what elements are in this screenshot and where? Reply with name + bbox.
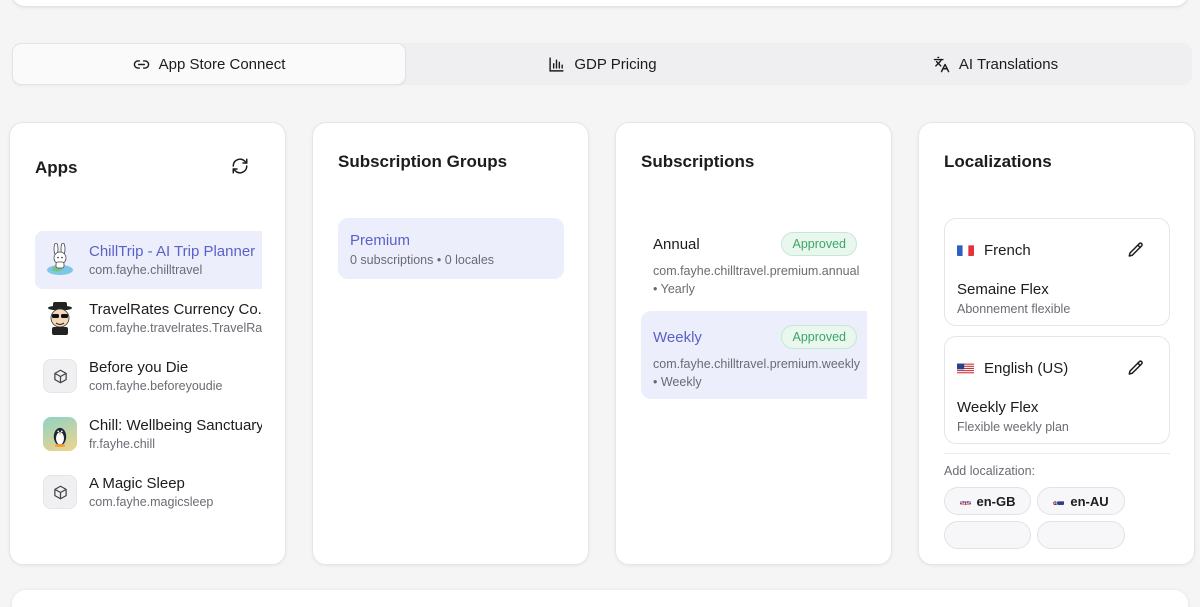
penguin-icon — [43, 417, 77, 451]
localization-language: English (US) — [984, 359, 1069, 377]
chip-label: en-AU — [1070, 493, 1109, 509]
refresh-icon[interactable] — [231, 157, 249, 175]
app-bundle-id: com.fayhe.magicsleep — [89, 495, 214, 509]
apps-title: Apps — [35, 158, 78, 177]
app-name: ChillTrip - AI Trip Planner — [89, 243, 256, 260]
add-localization-label: Add localization: — [944, 464, 1036, 478]
rabbit-globe-icon — [43, 243, 77, 277]
localization-title: Weekly Flex — [957, 399, 1039, 416]
localization-description: Abonnement flexible — [957, 302, 1071, 316]
box-icon — [43, 475, 77, 509]
tab-label: AI Translations — [958, 55, 1059, 73]
uk-flag-icon — [959, 497, 971, 505]
subscription-item-weekly[interactable]: Weekly Approved com.fayhe.chilltravel.pr… — [641, 311, 867, 399]
subscriptions-panel: Subscriptions Annual Approved com.fayhe.… — [615, 122, 892, 565]
subscriptions-title: Subscriptions — [641, 152, 755, 171]
translate-icon — [933, 56, 950, 72]
app-bundle-id: com.fayhe.beforeyoudie — [89, 379, 223, 393]
subscription-period: • Weekly — [653, 375, 702, 389]
divider — [944, 453, 1170, 454]
add-locale-en-gb[interactable]: en-GB — [944, 487, 1031, 515]
apps-panel: Apps ChillTrip - AI Trip Planner com.fay… — [9, 122, 286, 565]
subscription-name: Annual — [653, 235, 700, 253]
localization-description: Flexible weekly plan — [957, 420, 1069, 434]
localizations-panel: Localizations French Semaine Flex Abonne… — [918, 122, 1195, 565]
status-badge: Approved — [781, 232, 857, 256]
status-badge: Approved — [781, 325, 857, 349]
localizations-title: Localizations — [944, 152, 1052, 171]
list-item[interactable]: Before you Die com.fayhe.beforeyoudie — [35, 347, 262, 405]
chip-label: en-GB — [976, 493, 1016, 509]
us-flag-icon — [957, 362, 974, 374]
bar-chart-icon — [549, 56, 564, 72]
subscription-group-item[interactable]: Premium 0 subscriptions • 0 locales — [338, 218, 564, 279]
subscription-item-annual[interactable]: Annual Approved com.fayhe.chilltravel.pr… — [641, 218, 867, 306]
list-item[interactable]: A Magic Sleep com.fayhe.magicsleep — [35, 463, 262, 521]
app-name: TravelRates Currency Co... — [89, 301, 262, 318]
app-bundle-id: com.fayhe.chilltravel — [89, 263, 203, 277]
edit-icon[interactable] — [1127, 359, 1145, 377]
localization-card-french: French Semaine Flex Abonnement flexible — [944, 218, 1170, 326]
add-locale-en-au[interactable]: en-AU — [1037, 487, 1125, 515]
group-meta: 0 subscriptions • 0 locales — [350, 253, 495, 267]
app-bundle-id: com.fayhe.travelrates.TravelRates — [89, 321, 262, 335]
localization-card-english-us: English (US) Weekly Flex Flexible weekly… — [944, 336, 1170, 444]
edit-icon[interactable] — [1127, 241, 1145, 259]
list-item[interactable]: TravelRates Currency Co... com.fayhe.tra… — [35, 289, 262, 347]
localization-title: Semaine Flex — [957, 281, 1049, 298]
groups-title: Subscription Groups — [338, 152, 508, 171]
tab-label: App Store Connect — [158, 55, 286, 73]
tab-gdp-pricing[interactable]: GDP Pricing — [406, 43, 799, 85]
spy-character-icon — [43, 301, 77, 335]
top-card — [12, 0, 1188, 6]
group-name: Premium — [350, 232, 411, 249]
link-icon — [133, 59, 149, 69]
bottom-card — [12, 590, 1188, 607]
product-id: com.fayhe.chilltravel.premium.weekly — [653, 357, 861, 371]
tab-ai-translations[interactable]: AI Translations — [799, 43, 1192, 85]
subscription-period: • Yearly — [653, 282, 695, 296]
add-locale-chip-more[interactable] — [944, 521, 1031, 549]
australia-flag-icon — [1053, 497, 1065, 505]
add-locale-chip-more[interactable] — [1037, 521, 1125, 549]
box-icon — [43, 359, 77, 393]
tab-label: GDP Pricing — [574, 55, 657, 73]
app-bundle-id: fr.fayhe.chill — [89, 437, 156, 451]
app-list: ChillTrip - AI Trip Planner com.fayhe.ch… — [35, 231, 262, 521]
main-tabs: App Store Connect GDP Pricing AI Transla… — [12, 43, 1192, 85]
app-name: Chill: Wellbeing Sanctuary — [89, 417, 262, 434]
app-name: A Magic Sleep — [89, 475, 185, 492]
subscription-groups-panel: Subscription Groups Premium 0 subscripti… — [312, 122, 589, 565]
product-id: com.fayhe.chilltravel.premium.annual — [653, 264, 860, 278]
app-name: Before you Die — [89, 359, 189, 376]
tab-app-store-connect[interactable]: App Store Connect — [12, 43, 406, 85]
subscription-name: Weekly — [653, 328, 702, 346]
france-flag-icon — [957, 244, 974, 256]
list-item[interactable]: ChillTrip - AI Trip Planner com.fayhe.ch… — [35, 231, 262, 289]
list-item[interactable]: Chill: Wellbeing Sanctuary fr.fayhe.chil… — [35, 405, 262, 463]
localization-language: French — [984, 241, 1031, 259]
